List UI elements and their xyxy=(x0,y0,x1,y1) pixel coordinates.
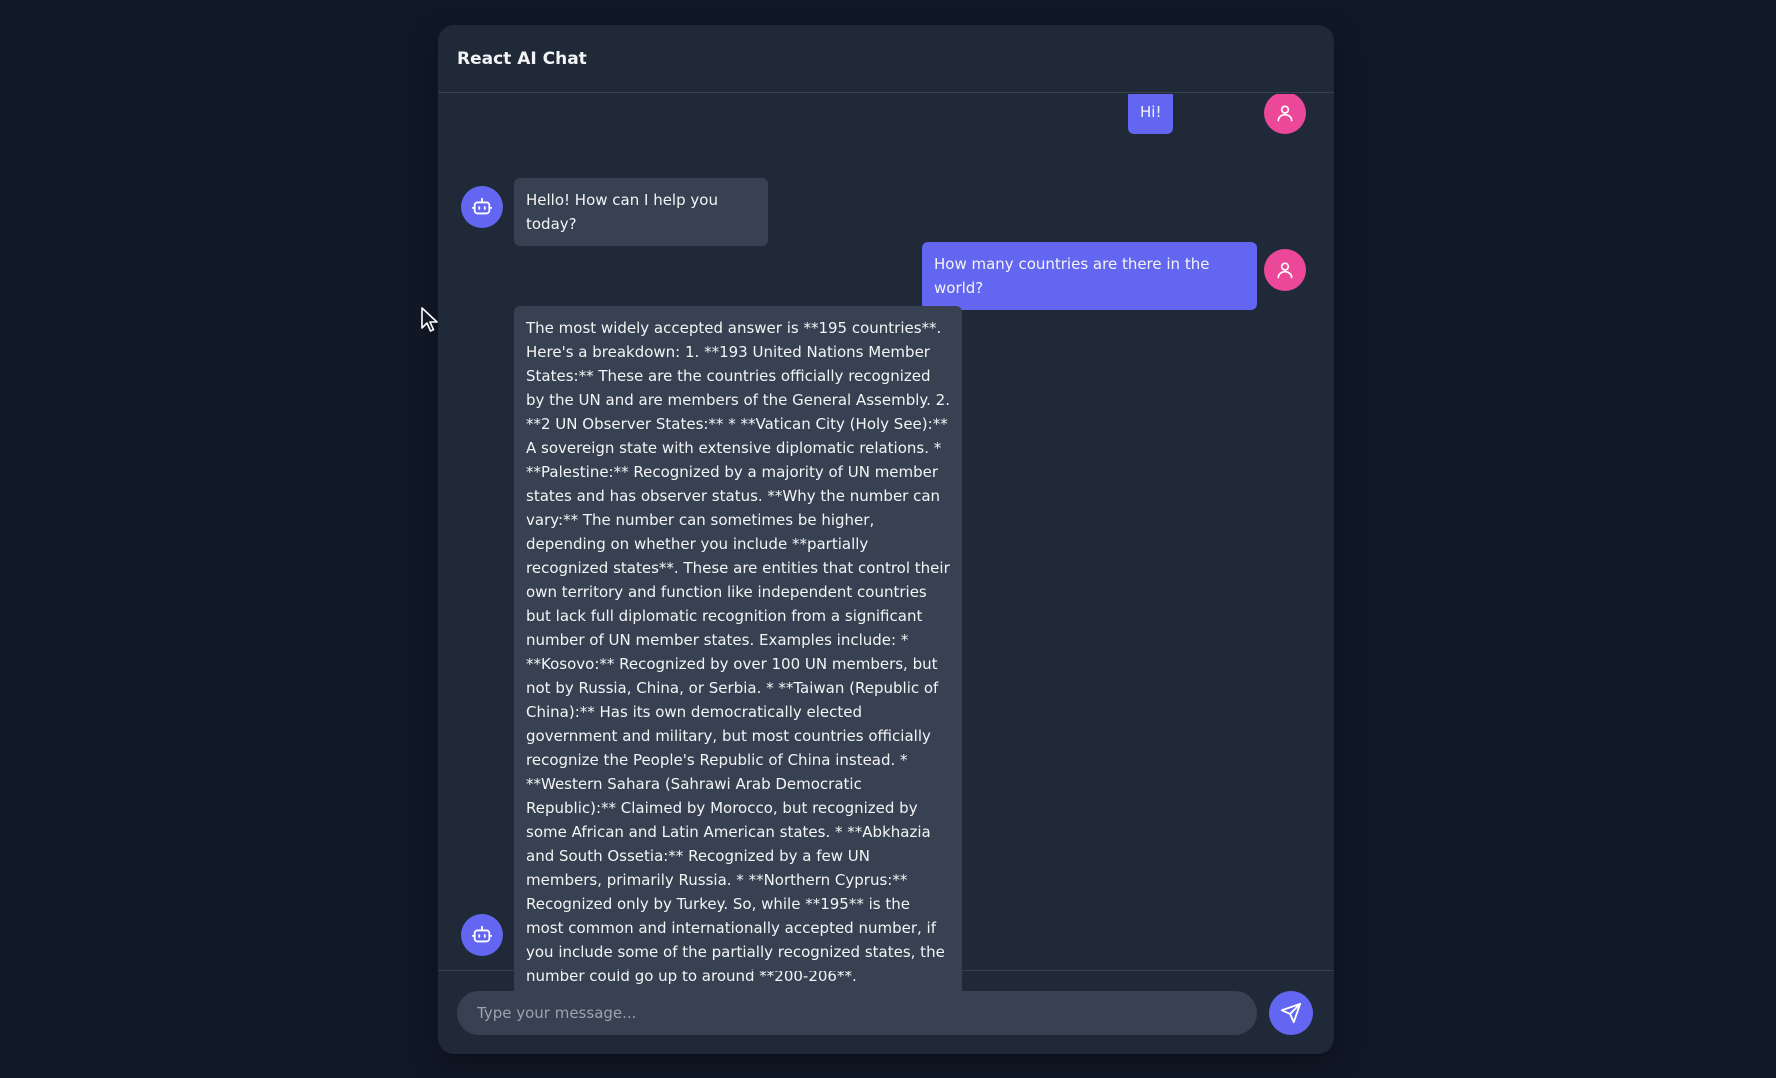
user-avatar xyxy=(1264,94,1306,134)
bot-avatar xyxy=(461,914,503,956)
user-icon xyxy=(1277,105,1293,122)
message-list[interactable]: Hi! Hello! How can I help you today? How… xyxy=(438,94,1334,994)
bot-avatar xyxy=(461,186,503,228)
send-button[interactable] xyxy=(1269,991,1313,1035)
chat-title: React AI Chat xyxy=(457,49,587,69)
mouse-cursor-icon xyxy=(421,307,438,332)
bot-icon xyxy=(471,197,493,215)
send-icon xyxy=(1280,1002,1302,1024)
user-avatar xyxy=(1264,249,1306,291)
bot-icon xyxy=(471,925,493,943)
bot-message-bubble: Hello! How can I help you today? xyxy=(514,178,768,246)
user-message-bubble: How many countries are there in the worl… xyxy=(922,242,1257,310)
chat-window: React AI Chat Hi! Hello! How can I help … xyxy=(438,25,1334,1054)
chat-header: React AI Chat xyxy=(438,25,1334,93)
bot-message-bubble: The most widely accepted answer is **195… xyxy=(514,306,962,994)
page: React AI Chat Hi! Hello! How can I help … xyxy=(0,0,1776,1078)
user-icon xyxy=(1277,262,1293,279)
message-input[interactable] xyxy=(457,991,1257,1035)
composer xyxy=(438,970,1334,1054)
user-message-bubble: Hi! xyxy=(1128,94,1174,134)
